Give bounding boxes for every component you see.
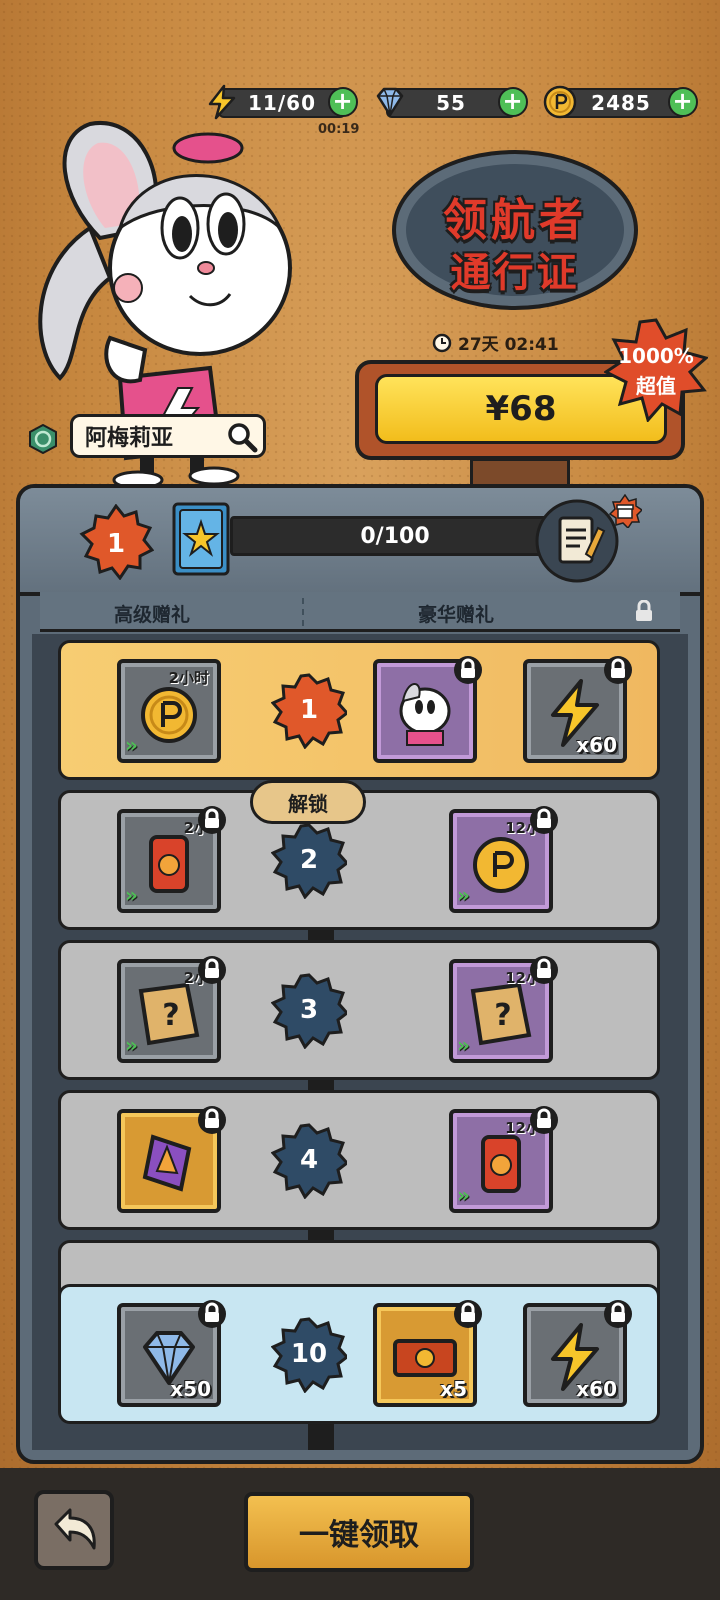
svg-text:?: ?	[494, 998, 511, 1033]
coin-value: 2485	[591, 91, 651, 115]
candy-pack-icon	[142, 1134, 192, 1192]
value-badge: 1000% 超值	[603, 318, 710, 424]
back-arrow-icon	[54, 1508, 96, 1550]
reward-quantity: x5	[440, 1377, 467, 1401]
reward-row-level-10-milestone: x50 10 x5 x60	[58, 1284, 660, 1424]
reward-slot-premium-2[interactable]: x60	[523, 1300, 632, 1407]
reward-quantity: x60	[576, 1377, 617, 1401]
reward-slot-premium-2[interactable]: x60	[523, 656, 632, 763]
fast-forward-icon: »	[457, 1033, 470, 1057]
reward-slot-premium-1[interactable]: 12小 »	[449, 806, 558, 913]
character-faction-emblem	[29, 424, 57, 454]
lock-icon	[604, 656, 632, 684]
reward-row-level-4: 4 12小 »	[58, 1090, 660, 1230]
lock-icon	[530, 1106, 558, 1134]
reward-slot-basic[interactable]: ? 2小 »	[117, 956, 226, 1063]
back-button[interactable]	[34, 1490, 114, 1570]
countdown-text: 27天 02:41	[458, 335, 559, 355]
lock-icon	[530, 956, 558, 984]
lock-icon	[198, 806, 226, 834]
title-line-1: 领航者	[443, 195, 587, 246]
reward-slot-premium-1[interactable]: x5	[373, 1300, 482, 1407]
add-energy-button[interactable]: +	[328, 87, 358, 117]
search-icon[interactable]	[225, 420, 259, 454]
tab-premium-rewards[interactable]: 豪华赠礼	[418, 600, 494, 627]
fast-forward-icon: »	[125, 883, 138, 907]
character-card-icon	[399, 683, 451, 746]
pass-card-icon	[172, 502, 230, 576]
lock-icon	[454, 656, 482, 684]
season-countdown: 27天 02:41	[432, 330, 559, 355]
fast-forward-icon: »	[125, 733, 138, 757]
tab-basic-rewards[interactable]: 高级赠礼	[114, 600, 190, 627]
character-name-plate: 阿梅莉亚	[70, 414, 266, 458]
value-percent: 1000%	[618, 344, 694, 368]
pass-progress-header: 1 0/100	[20, 488, 700, 596]
clock-icon	[432, 333, 452, 352]
reward-row-level-3: ? 2小 » 3 ? 12小 »	[58, 940, 660, 1080]
add-gems-button[interactable]: +	[498, 87, 528, 117]
gem-value: 55	[436, 91, 466, 115]
reward-duration: 2小时	[168, 669, 209, 687]
title-line-2: 通行证	[450, 250, 580, 296]
lock-icon	[636, 600, 652, 621]
energy-value: 11/60	[248, 91, 316, 115]
energy-timer: 00:19	[318, 122, 360, 137]
lock-icon	[198, 1106, 226, 1134]
reward-slot-basic[interactable]: 2小 »	[117, 806, 226, 913]
reward-track-list: 2小时 » 1 x60 2小 » 2 12小 » ? 2小 » 3 ? 12小 …	[32, 634, 688, 1450]
reward-quantity: x50	[170, 1377, 211, 1401]
level-number: 3	[299, 995, 319, 1025]
reward-slot-premium-1[interactable]: ? 12小 »	[449, 956, 558, 1063]
level-number: 1	[299, 695, 319, 725]
reward-slot-premium-1[interactable]: 12小 »	[449, 1106, 558, 1213]
level-number: 4	[299, 1145, 319, 1175]
reward-slot-basic[interactable]: 2小时 »	[117, 659, 221, 763]
bottom-action-bar: 一键领取	[0, 1468, 720, 1600]
claim-all-button[interactable]: 一键领取	[244, 1492, 474, 1572]
fast-forward-icon: »	[125, 1033, 138, 1057]
character-name: 阿梅莉亚	[85, 426, 174, 451]
current-level-text: 1	[107, 529, 125, 559]
gem-counter: 55 +	[376, 87, 528, 118]
unlock-button[interactable]: 解锁	[250, 780, 366, 824]
add-coins-button[interactable]: +	[668, 87, 698, 117]
lock-icon	[530, 806, 558, 834]
coin-icon	[543, 85, 577, 119]
pass-title-badge: 领航者 通行证	[392, 150, 638, 310]
lightning-icon	[208, 84, 236, 120]
reward-slot-basic[interactable]: x50	[117, 1300, 226, 1407]
svg-text:?: ?	[162, 998, 179, 1033]
gift-icon	[608, 494, 642, 528]
energy-counter: 11/60 +	[208, 84, 358, 120]
level-number: 10	[290, 1339, 328, 1369]
value-label: 超值	[636, 374, 676, 398]
lock-icon	[604, 1300, 632, 1328]
lock-icon	[198, 1300, 226, 1328]
pass-progress-bar: 0/100	[230, 516, 560, 556]
pass-progress-text: 0/100	[360, 523, 430, 549]
fast-forward-icon: »	[457, 1183, 470, 1207]
reward-row-level-1: 2小时 » 1 x60	[58, 640, 660, 780]
level-number: 2	[299, 845, 319, 875]
reward-quantity: x60	[576, 733, 617, 757]
lock-icon	[198, 956, 226, 984]
fast-forward-icon: »	[457, 883, 470, 907]
current-level-badge: 1	[79, 504, 154, 580]
tab-divider	[302, 598, 304, 626]
lock-icon	[454, 1300, 482, 1328]
coin-counter: 2485 +	[543, 85, 698, 119]
reward-tab-header: 高级赠礼 豪华赠礼	[40, 592, 680, 632]
diamond-icon	[376, 87, 404, 117]
reward-slot-premium-1[interactable]	[373, 656, 482, 763]
reward-slot-basic[interactable]	[117, 1106, 226, 1213]
